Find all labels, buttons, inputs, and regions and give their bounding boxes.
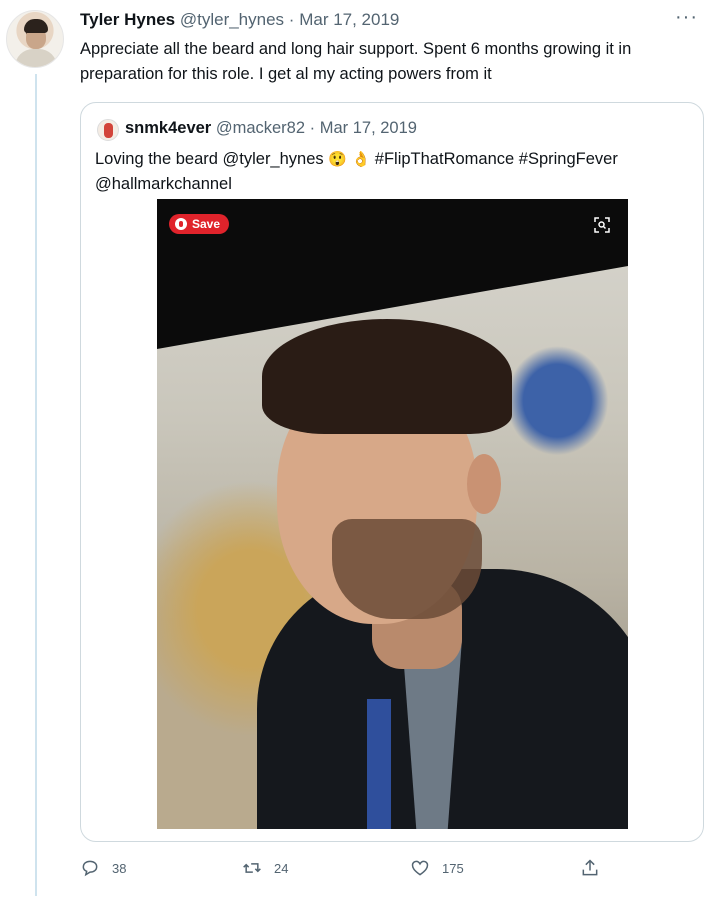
like-button[interactable]: 175	[410, 858, 464, 878]
save-label: Save	[192, 217, 221, 231]
reply-count: 38	[112, 860, 127, 876]
retweet-count: 24	[274, 860, 289, 876]
astonished-emoji: 😲	[328, 151, 347, 168]
reply-button[interactable]: 38	[80, 858, 126, 878]
quote-author-name[interactable]: snmk4ever	[125, 119, 211, 137]
visual-search-icon[interactable]	[594, 217, 610, 233]
author-avatar[interactable]	[6, 10, 64, 68]
author-name[interactable]: Tyler Hynes	[80, 10, 175, 29]
tweet-header: Tyler Hynes @tyler_hynes · Mar 17, 2019	[80, 10, 399, 30]
ok-hand-emoji: 👌	[351, 151, 371, 168]
separator-dot: ·	[288, 10, 295, 29]
quote-photo[interactable]: Save	[157, 199, 628, 829]
retweet-icon	[243, 863, 261, 873]
pinterest-icon	[175, 218, 187, 230]
quote-author-avatar[interactable]	[97, 119, 119, 141]
tweet-actions: 38 24 175	[0, 858, 720, 886]
quote-date[interactable]: Mar 17, 2019	[320, 119, 417, 137]
heart-icon	[411, 860, 429, 876]
more-options-icon[interactable]: ···	[675, 6, 698, 29]
author-handle[interactable]: @tyler_hynes	[180, 10, 284, 29]
share-button[interactable]	[580, 858, 600, 878]
quote-text-before: Loving the beard @tyler_hynes	[95, 150, 329, 168]
quoted-tweet[interactable]: snmk4ever @macker82 · Mar 17, 2019 Lovin…	[80, 102, 704, 842]
quote-header: snmk4ever @macker82 · Mar 17, 2019	[125, 119, 417, 138]
quote-separator-dot: ·	[309, 119, 316, 137]
tweet-date[interactable]: Mar 17, 2019	[299, 10, 399, 29]
like-count: 175	[442, 860, 464, 876]
retweet-button[interactable]: 24	[242, 858, 288, 878]
thread-line	[35, 74, 37, 896]
share-icon	[582, 859, 598, 876]
quote-text: Loving the beard @tyler_hynes 😲 👌 #FlipT…	[95, 147, 695, 197]
pinterest-save-button[interactable]: Save	[169, 214, 230, 234]
quote-author-handle[interactable]: @macker82	[216, 119, 305, 137]
tweet-text: Appreciate all the beard and long hair s…	[80, 40, 632, 83]
reply-icon	[82, 860, 98, 877]
